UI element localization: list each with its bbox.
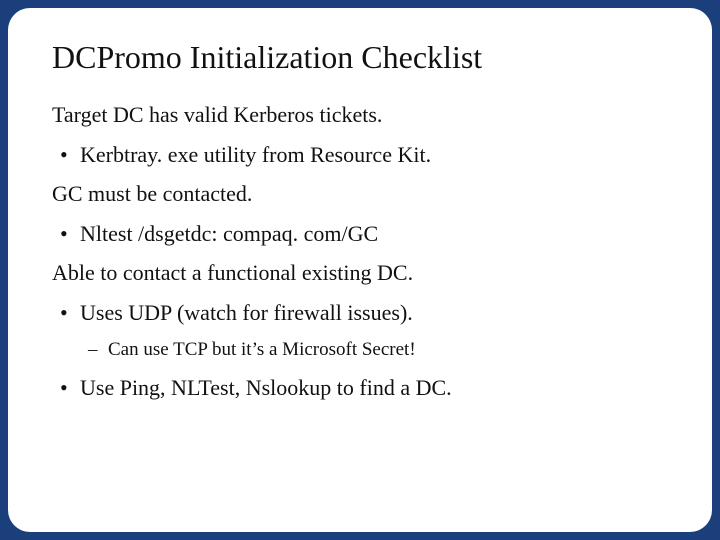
bullet-item: Kerbtray. exe utility from Resource Kit. bbox=[52, 141, 668, 169]
sub-bullet-item: Can use TCP but it’s a Microsoft Secret! bbox=[52, 338, 668, 362]
bullet-item: Nltest /dsgetdc: compaq. com/GC bbox=[52, 220, 668, 248]
slide: DCPromo Initialization Checklist Target … bbox=[8, 8, 712, 532]
slide-title: DCPromo Initialization Checklist bbox=[52, 40, 668, 75]
bullet-item: Uses UDP (watch for firewall issues). bbox=[52, 299, 668, 327]
body-line: GC must be contacted. bbox=[52, 180, 668, 208]
bullet-item: Use Ping, NLTest, Nslookup to find a DC. bbox=[52, 374, 668, 402]
body-line: Able to contact a functional existing DC… bbox=[52, 259, 668, 287]
body-line: Target DC has valid Kerberos tickets. bbox=[52, 101, 668, 129]
